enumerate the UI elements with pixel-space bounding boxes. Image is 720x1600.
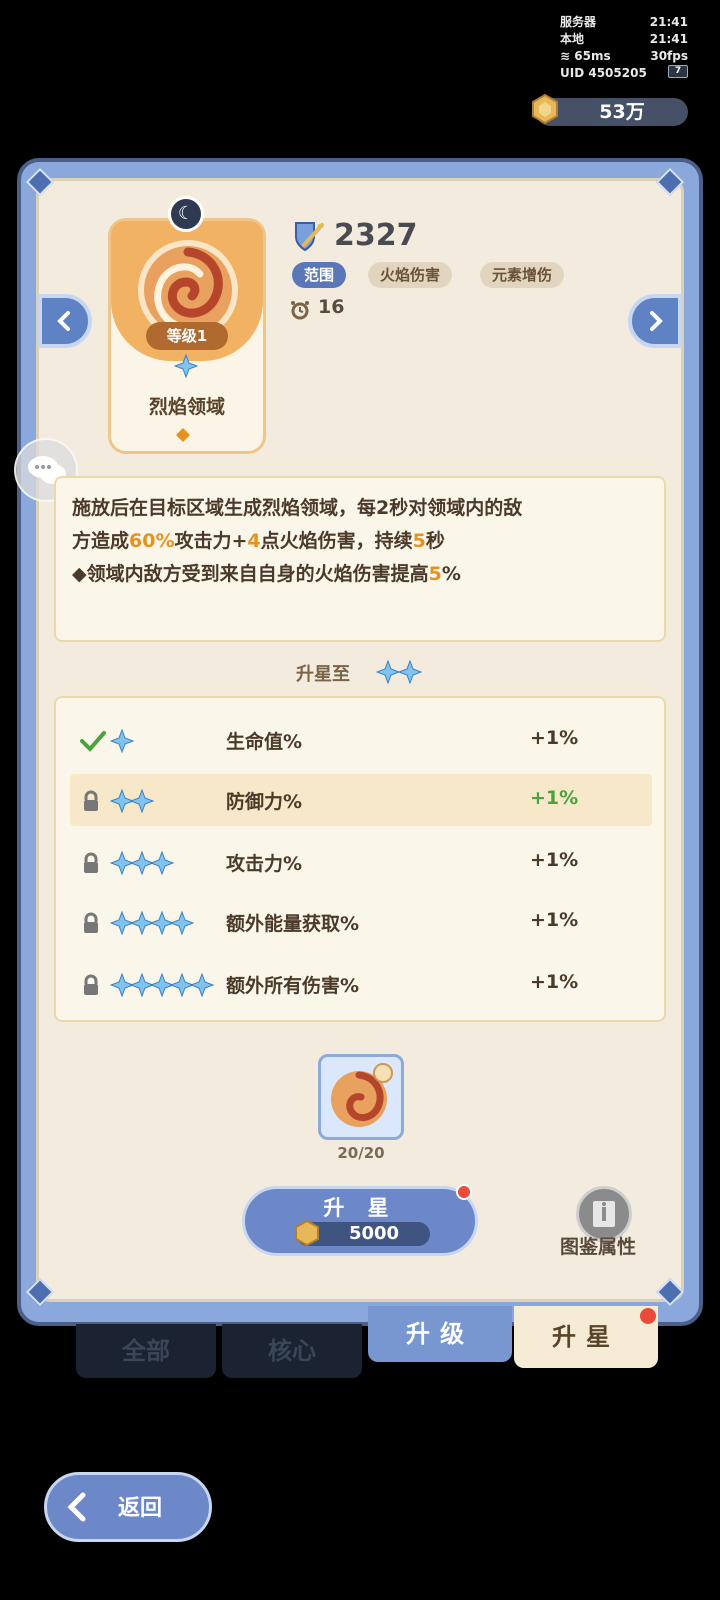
gold-coin-icon — [532, 94, 558, 124]
star-rating — [109, 788, 156, 817]
attribute-row: 防御力% +1% — [70, 774, 652, 826]
chevron-left-icon — [57, 311, 70, 331]
attribute-row: 额外能量获取% +1% — [70, 896, 652, 948]
currency-amount: 53万 — [599, 101, 645, 123]
tab-core[interactable]: 核心 — [222, 1324, 362, 1378]
star-icon — [174, 354, 198, 378]
moon-emblem-icon: ☾ — [168, 196, 204, 232]
star-icon — [129, 788, 155, 814]
attribute-value: +1% — [530, 849, 579, 871]
attribute-name: 攻击力% — [226, 853, 303, 875]
next-skill-button[interactable] — [628, 294, 682, 348]
gold-coin-icon — [295, 1220, 319, 1246]
wifi-icon: ≋ — [560, 49, 571, 63]
flame-vortex-material-icon — [331, 1063, 393, 1127]
material-count: 20/20 — [337, 1144, 385, 1162]
back-arrow-icon — [67, 1492, 86, 1522]
tag-fire-damage: 火焰伤害 — [368, 262, 453, 288]
lock-icon — [80, 974, 102, 996]
star-rating — [109, 850, 176, 879]
attribute-row: 生命值% +1% — [70, 714, 652, 766]
codex-label[interactable]: 图鉴属性 — [560, 1232, 636, 1259]
battery-icon: 7 — [668, 65, 688, 78]
diamond-ornament-icon — [176, 428, 190, 442]
tab-upgrade[interactable]: 升级 — [368, 1306, 512, 1362]
power-value: 2327 — [334, 218, 418, 253]
attribute-name: 生命值% — [226, 731, 303, 753]
lock-icon — [80, 790, 102, 812]
attribute-name: 额外能量获取% — [226, 913, 360, 935]
cooldown-value: 16 — [318, 296, 345, 318]
attribute-value: +1% — [530, 971, 579, 993]
star-rating — [109, 910, 196, 939]
attribute-value: +1% — [530, 787, 579, 809]
tab-all[interactable]: 全部 — [76, 1324, 216, 1378]
attribute-value: +1% — [530, 909, 579, 931]
notification-dot — [640, 1308, 656, 1324]
notification-dot — [456, 1184, 472, 1200]
target-star-rating — [375, 659, 423, 688]
star-icon — [169, 910, 195, 936]
star-icon — [375, 659, 401, 685]
status-overlay: 服务器 21:41 本地 21:41 ≋ 65ms 30fps UID 4505205… — [560, 14, 688, 82]
currency-display[interactable]: 53万 — [532, 94, 688, 126]
chevron-right-icon — [650, 311, 663, 331]
skill-name: 烈焰领域 — [148, 396, 225, 418]
attribute-row: 攻击力% +1% — [70, 836, 652, 888]
attribute-row: 额外所有伤害% +1% — [70, 958, 652, 1010]
description-line-1: 施放后在目标区域生成烈焰领域，每2秒对领域内的敌 — [72, 497, 523, 519]
skill-level-badge: 等级1 — [146, 322, 228, 350]
attribute-value: +1% — [530, 727, 579, 749]
star-rating — [109, 972, 216, 1001]
description-line-3: ◆领域内敌方受到来自自身的火焰伤害提高5% — [72, 563, 461, 585]
upstar-title: 升星至 — [296, 664, 350, 685]
back-label: 返回 — [118, 1496, 163, 1521]
previous-skill-button[interactable] — [38, 294, 92, 348]
upstar-cost: 5000 — [348, 1223, 400, 1244]
ping-value: ≋ 65ms — [560, 48, 611, 65]
local-time: 21:41 — [649, 32, 688, 46]
attribute-name: 额外所有伤害% — [226, 975, 360, 997]
ping-text: 65ms — [574, 49, 611, 63]
fps-value: 30fps — [650, 49, 688, 63]
star-icon — [397, 659, 423, 685]
upstar-button-label: 升 星 — [323, 1196, 397, 1220]
material-slot[interactable] — [318, 1054, 404, 1140]
tag-range: 范围 — [292, 262, 347, 288]
server-time: 21:41 — [649, 15, 688, 29]
local-label: 本地 — [560, 32, 585, 46]
sword-shield-icon — [295, 222, 324, 252]
star-icon — [109, 728, 135, 754]
uid-text: UID 4505205 — [560, 66, 647, 80]
skill-description: 施放后在目标区域生成烈焰领域，每2秒对领域内的敌 方造成60%攻击力+4点火焰伤… — [72, 492, 652, 591]
star-rating — [109, 728, 136, 757]
server-label: 服务器 — [560, 15, 597, 29]
lock-icon — [80, 852, 102, 874]
tag-element-boost: 元素增伤 — [480, 262, 565, 288]
alarm-clock-icon — [291, 301, 309, 320]
checkmark-icon — [80, 730, 106, 752]
lock-icon — [80, 912, 102, 934]
star-icon — [149, 850, 175, 876]
description-line-2: 方造成60%攻击力+4点火焰伤害，持续5秒 — [72, 530, 445, 552]
star-icon — [189, 972, 215, 998]
attribute-name: 防御力% — [226, 791, 303, 813]
tab-upstar[interactable]: 升星 — [514, 1306, 658, 1368]
